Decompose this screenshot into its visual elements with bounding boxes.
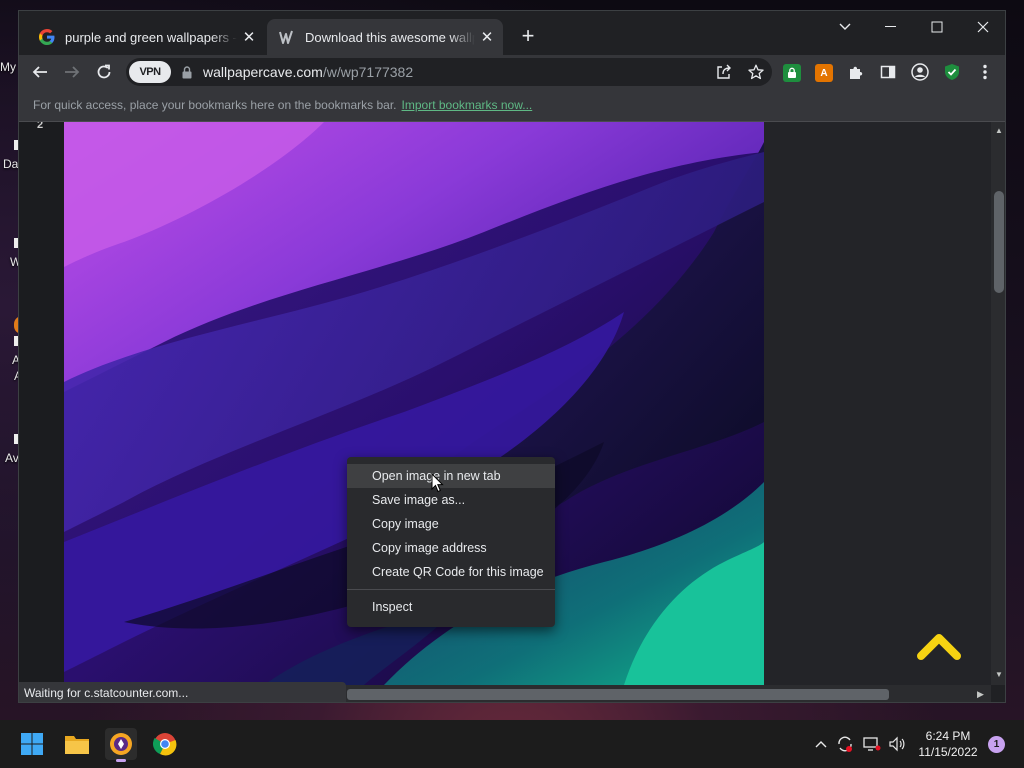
close-icon[interactable]: ✕ bbox=[237, 25, 261, 49]
scrollbar-thumb[interactable] bbox=[994, 191, 1004, 293]
import-bookmarks-link[interactable]: Import bookmarks now... bbox=[402, 98, 533, 112]
minimize-button[interactable] bbox=[868, 13, 914, 41]
clock-time: 6:24 PM bbox=[925, 729, 971, 743]
tab-wallpaper-active[interactable]: Download this awesome wallpaper ✕ bbox=[267, 19, 503, 55]
wallpapercave-icon bbox=[279, 29, 295, 45]
taskbar: 6:24 PM 11/15/2022 1 bbox=[0, 720, 1024, 768]
browser-taskbar-icon[interactable] bbox=[105, 728, 137, 762]
bookmark-star-icon[interactable] bbox=[740, 58, 772, 86]
desktop-icon-label[interactable]: My bbox=[0, 60, 16, 74]
tab-title: Download this awesome wallpaper bbox=[305, 29, 475, 45]
page-left-rail: 2 bbox=[19, 122, 64, 685]
address-bar[interactable]: VPN wallpapercave.com/w/wp7177382 bbox=[126, 58, 772, 86]
amazon-assistant-icon[interactable]: A bbox=[815, 64, 833, 82]
taskbar-clock[interactable]: 6:24 PM 11/15/2022 bbox=[915, 728, 981, 760]
tab-google-search[interactable]: purple and green wallpapers - Google Sea… bbox=[27, 19, 265, 55]
menu-divider bbox=[347, 589, 555, 590]
new-tab-button[interactable]: + bbox=[516, 25, 540, 49]
tab-title: purple and green wallpapers - Google Sea… bbox=[65, 29, 237, 45]
close-window-button[interactable] bbox=[960, 13, 1005, 41]
start-windows-icon[interactable] bbox=[16, 728, 48, 760]
lock-icon[interactable] bbox=[181, 65, 193, 79]
network-icon[interactable] bbox=[863, 735, 881, 753]
url-domain: wallpapercave.com bbox=[203, 64, 323, 80]
extensions-puzzle-icon[interactable] bbox=[842, 58, 870, 86]
maximize-button[interactable] bbox=[914, 13, 960, 41]
status-bubble: Waiting for c.statcounter.com... bbox=[19, 682, 346, 702]
lock-extension-icon[interactable] bbox=[783, 64, 801, 82]
clock-date: 11/15/2022 bbox=[918, 745, 978, 759]
active-app-indicator bbox=[116, 759, 126, 762]
menu-item-inspect[interactable]: Inspect bbox=[347, 595, 555, 619]
back-arrow-icon[interactable] bbox=[26, 58, 54, 86]
menu-item-open-image-new-tab[interactable]: Open image in new tab bbox=[347, 464, 555, 488]
chrome-icon[interactable] bbox=[149, 728, 181, 760]
browser-toolbar: VPN wallpapercave.com/w/wp7177382 A bbox=[19, 55, 1005, 89]
context-menu: Open image in new tab Save image as... C… bbox=[347, 457, 555, 627]
shield-extension-icon[interactable] bbox=[938, 58, 966, 86]
tab-search-chevron-icon[interactable] bbox=[822, 13, 868, 41]
close-icon[interactable]: ✕ bbox=[475, 25, 499, 49]
desktop-icon-label[interactable]: Av bbox=[5, 451, 19, 465]
kebab-menu-icon[interactable] bbox=[971, 58, 999, 86]
url-text[interactable]: wallpapercave.com/w/wp7177382 bbox=[203, 64, 413, 80]
url-path: /w/wp7177382 bbox=[322, 64, 414, 80]
menu-item-copy-image[interactable]: Copy image bbox=[347, 512, 555, 536]
forward-arrow-icon[interactable] bbox=[58, 58, 86, 86]
volume-icon[interactable] bbox=[888, 735, 906, 753]
share-icon[interactable] bbox=[708, 58, 740, 86]
file-explorer-icon[interactable] bbox=[61, 728, 93, 760]
rail-number: 2 bbox=[37, 122, 44, 131]
tab-strip: purple and green wallpapers - Google Sea… bbox=[19, 11, 1005, 55]
scroll-to-top-icon[interactable] bbox=[917, 630, 961, 662]
vertical-scrollbar[interactable]: ▲ ▼ bbox=[991, 122, 1005, 685]
side-panel-icon[interactable] bbox=[874, 58, 902, 86]
menu-item-create-qr-code[interactable]: Create QR Code for this image bbox=[347, 560, 555, 584]
bookmarks-bar: For quick access, place your bookmarks h… bbox=[19, 89, 1005, 122]
chevron-up-icon[interactable] bbox=[812, 735, 830, 753]
scrollbar-thumb[interactable] bbox=[347, 689, 889, 700]
menu-item-save-image-as[interactable]: Save image as... bbox=[347, 488, 555, 512]
google-icon bbox=[39, 29, 55, 45]
mouse-cursor-icon bbox=[431, 473, 444, 493]
desktop-icon-label[interactable]: Da bbox=[3, 157, 18, 171]
menu-item-copy-image-address[interactable]: Copy image address bbox=[347, 536, 555, 560]
sync-icon[interactable] bbox=[836, 735, 854, 753]
notification-badge[interactable]: 1 bbox=[988, 736, 1005, 753]
page-right-area bbox=[764, 122, 991, 685]
profile-avatar-icon[interactable] bbox=[906, 58, 934, 86]
scroll-down-arrow-icon[interactable]: ▼ bbox=[995, 670, 1003, 679]
scroll-right-arrow-icon[interactable]: ▶ bbox=[977, 689, 984, 700]
bookmarks-bar-message: For quick access, place your bookmarks h… bbox=[33, 98, 397, 112]
scroll-up-arrow-icon[interactable]: ▲ bbox=[995, 126, 1003, 135]
vpn-badge[interactable]: VPN bbox=[129, 61, 171, 83]
reload-icon[interactable] bbox=[90, 58, 118, 86]
